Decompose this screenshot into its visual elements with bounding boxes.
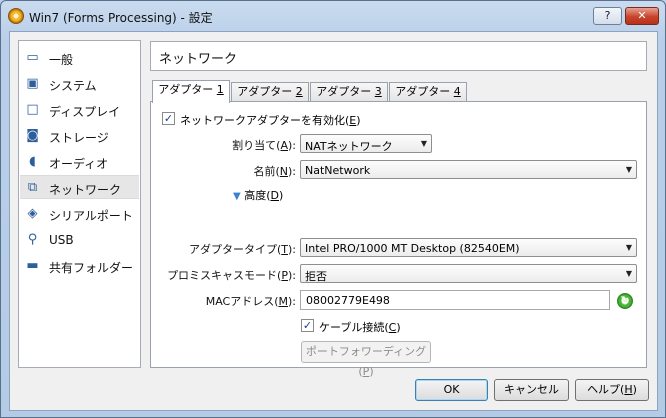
sidebar-item-general[interactable]: ▭ 一般 <box>20 46 139 70</box>
audio-icon: ◖ <box>29 154 36 169</box>
advanced-toggle[interactable]: ▼ 高度(D) <box>233 187 283 203</box>
sidebar-item-label: ネットワーク <box>49 183 122 197</box>
tab-adapter-2[interactable]: アダプター 2 <box>231 82 309 102</box>
advanced-label: 高度(D) <box>244 189 284 202</box>
promiscuous-mode-label: プロミスキャスモード(P): <box>167 269 296 282</box>
dropdown-arrow-icon: ▼ <box>420 139 427 148</box>
dropdown-arrow-icon: ▼ <box>625 243 632 252</box>
mac-address-value: 08002779E498 <box>306 294 390 307</box>
dialog-body: ▭ 一般 ▣ システム □ ディスプレイ ◙ ストレージ ◖ オーディオ ⧉ ネ… <box>9 31 658 411</box>
adapter-type-label: アダプタータイプ(T): <box>188 243 296 256</box>
tab-key: 4 <box>453 85 461 98</box>
adapter-type-value: Intel PRO/1000 MT Desktop (82540EM) <box>305 242 520 255</box>
tab-key: 3 <box>374 85 382 98</box>
page-header: ネットワーク <box>150 41 647 71</box>
tab-adapter-1[interactable]: アダプター 1 <box>152 80 230 103</box>
page-title: ネットワーク <box>159 52 238 67</box>
network-name-select[interactable]: NatNetwork ▼ <box>300 160 637 179</box>
sidebar-item-label: 一般 <box>49 53 74 67</box>
storage-icon: ◙ <box>26 128 39 143</box>
refresh-mac-icon[interactable]: ↻ <box>617 293 633 309</box>
sidebar-item-label: シリアルポート <box>49 209 133 223</box>
sidebar-item-label: 共有フォルダー <box>49 261 134 275</box>
tab-label: アダプター <box>316 85 375 98</box>
window-title: Win7 (Forms Processing) - 設定 <box>29 11 213 25</box>
close-button[interactable]: ✕ <box>625 7 659 25</box>
sidebar-item-label: システム <box>49 79 97 93</box>
network-name-value: NatNetwork <box>305 164 371 177</box>
tab-label: アダプター <box>237 85 296 98</box>
network-icon: ⧉ <box>27 180 38 195</box>
usb-icon: ⚲ <box>27 232 38 247</box>
tab-key: 2 <box>295 85 303 98</box>
sidebar-item-network[interactable]: ⧉ ネットワーク <box>20 175 139 199</box>
help-caption-button[interactable]: ? <box>593 7 622 25</box>
mac-address-field[interactable]: 08002779E498 <box>300 290 610 310</box>
enable-adapter-label: ネットワークアダプターを有効化(E) <box>180 114 361 127</box>
enable-adapter-checkbox[interactable]: ✓ <box>162 112 175 125</box>
virtualbox-app-icon <box>8 8 24 24</box>
tab-label: アダプター <box>395 85 454 98</box>
sidebar-item-label: USB <box>49 233 74 247</box>
title-bar[interactable]: Win7 (Forms Processing) - 設定 ? ✕ <box>1 1 665 31</box>
promiscuous-mode-select[interactable]: 拒否 ▼ <box>300 264 637 283</box>
promiscuous-mode-value: 拒否 <box>305 270 327 283</box>
attached-to-select[interactable]: NATネットワーク ▼ <box>300 134 432 153</box>
attached-to-value: NATネットワーク <box>305 140 393 153</box>
tab-adapter-4[interactable]: アダプター 4 <box>389 82 467 102</box>
serial-port-icon: ◈ <box>27 206 38 221</box>
dropdown-arrow-icon: ▼ <box>625 165 632 174</box>
cancel-button[interactable]: キャンセル <box>494 379 569 401</box>
port-forwarding-button[interactable]: ポートフォワーディング(P) <box>301 341 431 378</box>
ok-button[interactable]: OK <box>415 379 488 401</box>
tab-adapter-3[interactable]: アダプター 3 <box>310 82 388 102</box>
sidebar-item-shared-folders[interactable]: ▬ 共有フォルダー <box>20 254 139 278</box>
cable-connected-label: ケーブル接続(C) <box>319 321 401 334</box>
tab-label: アダプター <box>158 83 217 96</box>
attached-to-label: 割り当て(A): <box>232 139 296 152</box>
sidebar-item-serial-port[interactable]: ◈ シリアルポート <box>20 202 139 226</box>
dropdown-arrow-icon: ▼ <box>625 269 632 278</box>
adapter-type-select[interactable]: Intel PRO/1000 MT Desktop (82540EM) ▼ <box>300 238 637 257</box>
sidebar-item-label: オーディオ <box>49 157 109 171</box>
sidebar-item-audio[interactable]: ◖ オーディオ <box>20 150 139 174</box>
expand-triangle-icon: ▼ <box>233 191 241 202</box>
sidebar-item-storage[interactable]: ◙ ストレージ <box>20 124 139 148</box>
mac-address-label: MACアドレス(M): <box>205 295 296 308</box>
sidebar-item-display[interactable]: □ ディスプレイ <box>20 98 139 122</box>
sidebar-item-usb[interactable]: ⚲ USB <box>20 228 139 252</box>
display-icon: □ <box>26 102 39 117</box>
adapter-tab-panel: ✓ ネットワークアダプターを有効化(E) 割り当て(A): NATネットワーク … <box>150 101 647 378</box>
cable-connected-checkbox[interactable]: ✓ <box>301 319 314 332</box>
shared-folder-icon: ▬ <box>26 258 39 273</box>
name-label: 名前(N): <box>253 165 296 178</box>
help-button[interactable]: ヘルプ(H) <box>575 379 649 401</box>
sidebar-item-label: ディスプレイ <box>49 105 121 119</box>
system-icon: ▣ <box>26 76 39 91</box>
settings-window: Win7 (Forms Processing) - 設定 ? ✕ ▭ 一般 ▣ … <box>0 0 666 418</box>
general-icon: ▭ <box>26 50 39 65</box>
sidebar-item-system[interactable]: ▣ システム <box>20 72 139 96</box>
sidebar-item-label: ストレージ <box>49 131 109 145</box>
tab-key: 1 <box>216 83 224 96</box>
settings-sidebar: ▭ 一般 ▣ システム □ ディスプレイ ◙ ストレージ ◖ オーディオ ⧉ ネ… <box>18 40 141 368</box>
